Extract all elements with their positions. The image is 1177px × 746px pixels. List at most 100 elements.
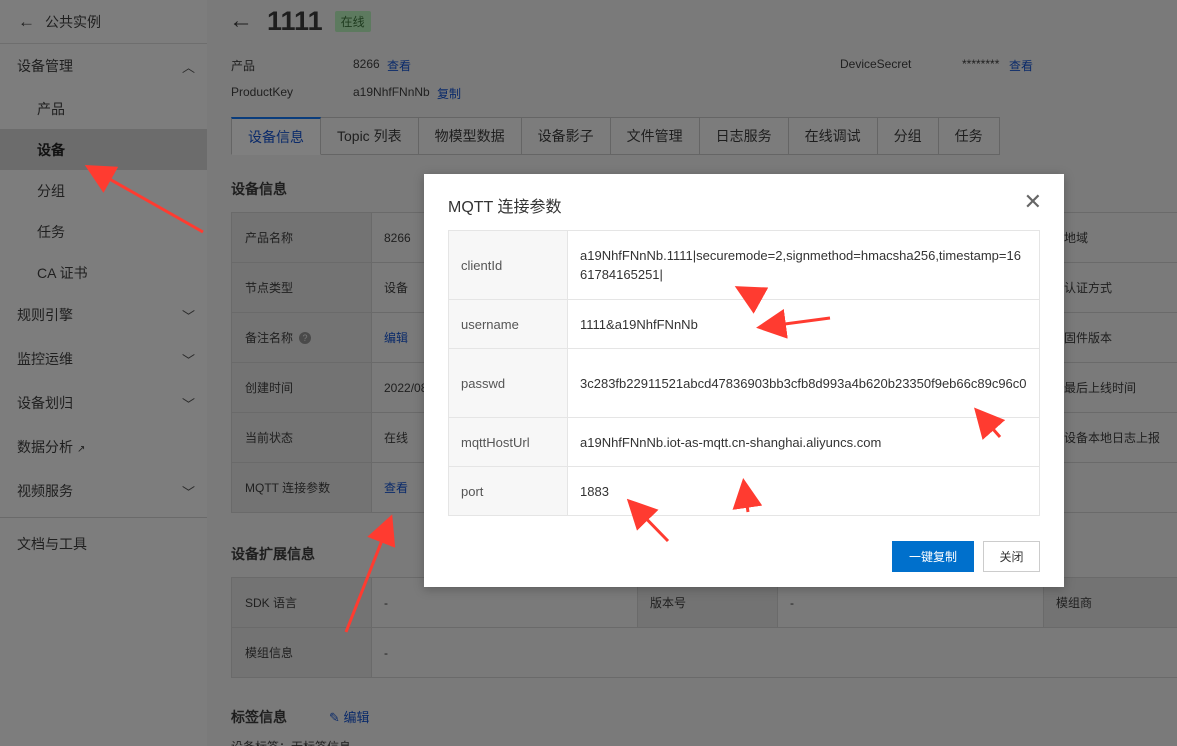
- tab-group[interactable]: 分组: [877, 117, 939, 155]
- param-value: a19NhfFNnNb.iot-as-mqtt.cn-shanghai.aliy…: [580, 434, 882, 450]
- table-row: 模组信息 -: [231, 628, 1177, 678]
- tab-topic-list[interactable]: Topic 列表: [321, 117, 419, 155]
- sidebar-group-device-assign[interactable]: 设备划归 ﹀: [0, 381, 207, 425]
- status-badge: 在线: [334, 10, 371, 32]
- param-key: passwd: [449, 349, 568, 417]
- field-label: 备注名称?: [231, 313, 371, 362]
- tags-title: 标签信息: [231, 709, 287, 725]
- param-value: 3c283fb22911521abcd47836903bb3cfb8d993a4…: [580, 375, 1027, 391]
- param-value: a19NhfFNnNb.1111|securemode=2,signmethod…: [580, 248, 1021, 282]
- param-key: port: [449, 467, 568, 515]
- param-row: clientId a19NhfFNnNb.1111|securemode=2,s…: [449, 231, 1039, 300]
- sidebar-item-group[interactable]: 分组: [0, 170, 207, 211]
- field-label-right: [1051, 463, 1177, 512]
- tab-bar: 设备信息 Topic 列表 物模型数据 设备影子 文件管理 日志服务 在线调试 …: [231, 117, 1000, 155]
- sidebar: ← 公共实例 设备管理 ︿ 产品 设备 分组 任务 CA 证书 规则引擎 ﹀ 监…: [0, 0, 207, 746]
- tab-device-info[interactable]: 设备信息: [231, 117, 321, 155]
- sidebar-item-device[interactable]: 设备: [0, 129, 207, 170]
- tab-file-management[interactable]: 文件管理: [610, 117, 700, 155]
- help-icon[interactable]: ?: [299, 331, 312, 344]
- sidebar-group-video[interactable]: 视频服务 ﹀: [0, 469, 207, 513]
- params-table: clientId a19NhfFNnNb.1111|securemode=2,s…: [448, 230, 1040, 516]
- tab-thing-model-data[interactable]: 物模型数据: [418, 117, 522, 155]
- sidebar-item-product[interactable]: 产品: [0, 88, 207, 129]
- param-key: clientId: [449, 231, 568, 299]
- ext-info-table: SDK 语言 - 版本号 - 模组商 模组信息 -: [231, 577, 1177, 678]
- tab-task[interactable]: 任务: [938, 117, 1000, 155]
- param-row: port 1883: [449, 467, 1039, 515]
- field-label-right: 固件版本: [1051, 313, 1177, 362]
- pencil-icon: ✎: [329, 710, 344, 725]
- devicesecret-label: DeviceSecret: [840, 57, 912, 71]
- param-value: 1111&a19NhfFNnNb: [580, 316, 698, 332]
- param-value: 1883: [580, 483, 609, 499]
- external-link-icon: ↗: [77, 444, 86, 455]
- copy-all-button[interactable]: 一键复制: [892, 541, 974, 572]
- field-label: 产品名称: [231, 213, 371, 262]
- sidebar-group-device-management[interactable]: 设备管理 ︿: [0, 44, 207, 88]
- sidebar-group-rule-engine[interactable]: 规则引擎 ﹀: [0, 293, 207, 337]
- tab-online-debug[interactable]: 在线调试: [788, 117, 878, 155]
- device-info-title: 设备信息: [231, 181, 287, 197]
- back-to-instances[interactable]: ← 公共实例: [0, 0, 207, 44]
- param-key: username: [449, 300, 568, 348]
- field-label: 模组信息: [231, 628, 371, 677]
- devicesecret-value: ********: [962, 57, 1000, 71]
- field-label-right: 最后上线时间: [1051, 363, 1177, 412]
- field-value: -: [371, 628, 1177, 677]
- chevron-down-icon: ﹀: [181, 352, 195, 368]
- param-row: passwd 3c283fb22911521abcd47836903bb3cfb…: [449, 349, 1039, 418]
- sidebar-group-label: 规则引擎: [17, 307, 73, 323]
- sidebar-group-label: 设备管理: [17, 58, 73, 74]
- sidebar-group-data-analysis[interactable]: 数据分析 ↗: [0, 425, 207, 469]
- sidebar-item-task[interactable]: 任务: [0, 211, 207, 252]
- sidebar-group-label: 数据分析: [17, 439, 73, 455]
- sidebar-divider: [0, 517, 207, 518]
- field-label-text: 备注名称: [245, 331, 294, 345]
- field-label: 节点类型: [231, 263, 371, 312]
- sidebar-group-label: 监控运维: [17, 351, 73, 367]
- field-label: SDK 语言: [231, 578, 371, 627]
- mqtt-params-dialog: MQTT 连接参数 ✕ clientId a19NhfFNnNb.1111|se…: [424, 174, 1064, 587]
- field-label: 创建时间: [231, 363, 371, 412]
- field-label: MQTT 连接参数: [231, 463, 371, 512]
- sidebar-group-label: 设备划归: [17, 395, 73, 411]
- param-row: username 1111&a19NhfFNnNb: [449, 300, 1039, 349]
- dialog-title: MQTT 连接参数: [448, 199, 562, 216]
- devicesecret-view-link[interactable]: 查看: [1009, 57, 1033, 74]
- sidebar-group-label: 文档与工具: [17, 536, 87, 552]
- back-label: 公共实例: [45, 13, 101, 30]
- tab-device-shadow[interactable]: 设备影子: [521, 117, 611, 155]
- product-label: 产品: [231, 59, 256, 73]
- productkey-label: ProductKey: [231, 85, 294, 99]
- chevron-up-icon: ︿: [181, 59, 195, 75]
- ext-info-title: 设备扩展信息: [231, 546, 315, 562]
- chevron-down-icon: ﹀: [181, 484, 195, 500]
- tab-log-service[interactable]: 日志服务: [699, 117, 789, 155]
- productkey-copy-link[interactable]: 复制: [437, 85, 461, 102]
- sidebar-group-monitoring[interactable]: 监控运维 ﹀: [0, 337, 207, 381]
- product-value: 8266: [353, 57, 380, 71]
- page-header: ← 1111 在线: [229, 4, 371, 38]
- arrow-left-icon[interactable]: ←: [229, 7, 253, 35]
- tags-edit-link[interactable]: ✎ 编辑: [329, 707, 370, 726]
- close-button[interactable]: 关闭: [983, 541, 1040, 572]
- field-label-right: 设备本地日志上报: [1051, 413, 1177, 462]
- field-label-right: 地域: [1051, 213, 1177, 262]
- field-label-right: 认证方式: [1051, 263, 1177, 312]
- param-row: mqttHostUrl a19NhfFNnNb.iot-as-mqtt.cn-s…: [449, 418, 1039, 467]
- param-key: mqttHostUrl: [449, 418, 568, 466]
- sidebar-item-ca-cert[interactable]: CA 证书: [0, 252, 207, 293]
- chevron-down-icon: ﹀: [181, 396, 195, 412]
- chevron-down-icon: ﹀: [181, 308, 195, 324]
- page-title: 1111: [267, 5, 323, 36]
- sidebar-group-docs-tools[interactable]: 文档与工具: [0, 522, 207, 566]
- productkey-value: a19NhfFNnNb: [353, 85, 430, 99]
- arrow-left-icon: ←: [18, 11, 35, 31]
- sidebar-group-label: 视频服务: [17, 483, 73, 499]
- tags-line: 设备标签：无标签信息: [231, 738, 351, 746]
- field-label: 当前状态: [231, 413, 371, 462]
- product-view-link[interactable]: 查看: [387, 57, 411, 74]
- close-icon[interactable]: ✕: [1024, 190, 1042, 214]
- tags-edit-label: 编辑: [343, 710, 370, 725]
